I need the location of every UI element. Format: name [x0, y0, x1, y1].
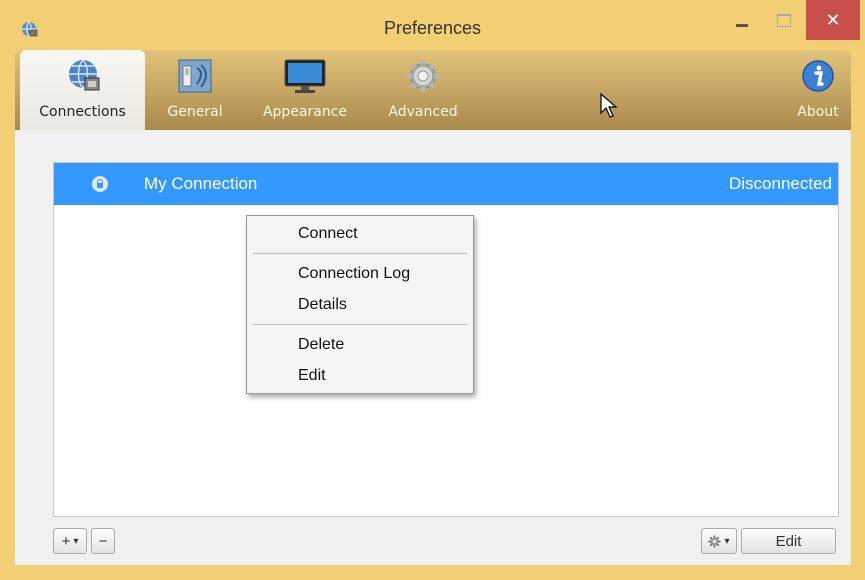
connections-panel: My Connection Disconnected Connect Conne… [15, 130, 851, 565]
mouse-pointer-icon [600, 93, 618, 118]
tab-about[interactable]: About [785, 50, 851, 130]
connection-list[interactable]: My Connection Disconnected Connect Conne… [53, 162, 839, 517]
chevron-down-icon: ▾ [724, 535, 730, 547]
minimize-icon [736, 23, 748, 27]
tab-general[interactable]: General [150, 50, 240, 130]
list-item[interactable]: My Connection Disconnected [54, 163, 838, 205]
close-button[interactable]: ✕ [806, 0, 860, 40]
gear-icon [708, 535, 721, 547]
gear-icon [407, 60, 439, 92]
settings-menu-button[interactable]: ▾ [701, 528, 737, 554]
menu-item-connect[interactable]: Connect [298, 225, 358, 243]
context-menu: Connect Connection Log Details Delete Ed… [246, 215, 474, 394]
tab-label: General [167, 104, 223, 120]
preferences-toolbar: Connections General Appearance Advanced … [15, 50, 851, 130]
tab-label: About [797, 104, 839, 120]
tab-connections[interactable]: Connections [20, 50, 145, 130]
menu-item-edit[interactable]: Edit [298, 367, 326, 385]
tab-label: Connections [39, 104, 126, 120]
remove-connection-button[interactable]: − [91, 528, 115, 554]
connection-name: My Connection [144, 174, 258, 193]
globe-network-icon [68, 59, 99, 91]
edit-button[interactable]: Edit [741, 528, 836, 554]
preferences-window: Preferences ✕ Connections General Appear… [0, 0, 865, 580]
monitor-icon [284, 59, 326, 93]
close-icon: ✕ [825, 9, 841, 31]
edit-button-label: Edit [775, 532, 802, 550]
switch-icon [178, 59, 212, 93]
info-icon [802, 60, 834, 92]
tab-label: Appearance [262, 104, 348, 120]
chevron-down-icon: ▾ [73, 535, 79, 547]
add-connection-button[interactable]: + ▾ [53, 528, 87, 554]
connection-status: Disconnected [728, 174, 832, 193]
menu-item-connection-log[interactable]: Connection Log [298, 265, 410, 283]
tab-appearance[interactable]: Appearance [250, 50, 360, 130]
menu-separator [253, 253, 467, 254]
title-bar[interactable]: Preferences ✕ [0, 0, 865, 50]
tab-advanced[interactable]: Advanced [373, 50, 473, 130]
minus-icon: − [98, 532, 108, 550]
lock-icon [92, 176, 108, 192]
menu-item-delete[interactable]: Delete [298, 336, 344, 354]
menu-separator [253, 324, 467, 325]
maximize-icon [777, 13, 791, 27]
plus-icon: + [61, 532, 71, 550]
menu-item-details[interactable]: Details [298, 296, 347, 314]
maximize-button[interactable] [763, 0, 805, 40]
tab-label: Advanced [388, 104, 458, 120]
minimize-button[interactable] [722, 0, 762, 40]
